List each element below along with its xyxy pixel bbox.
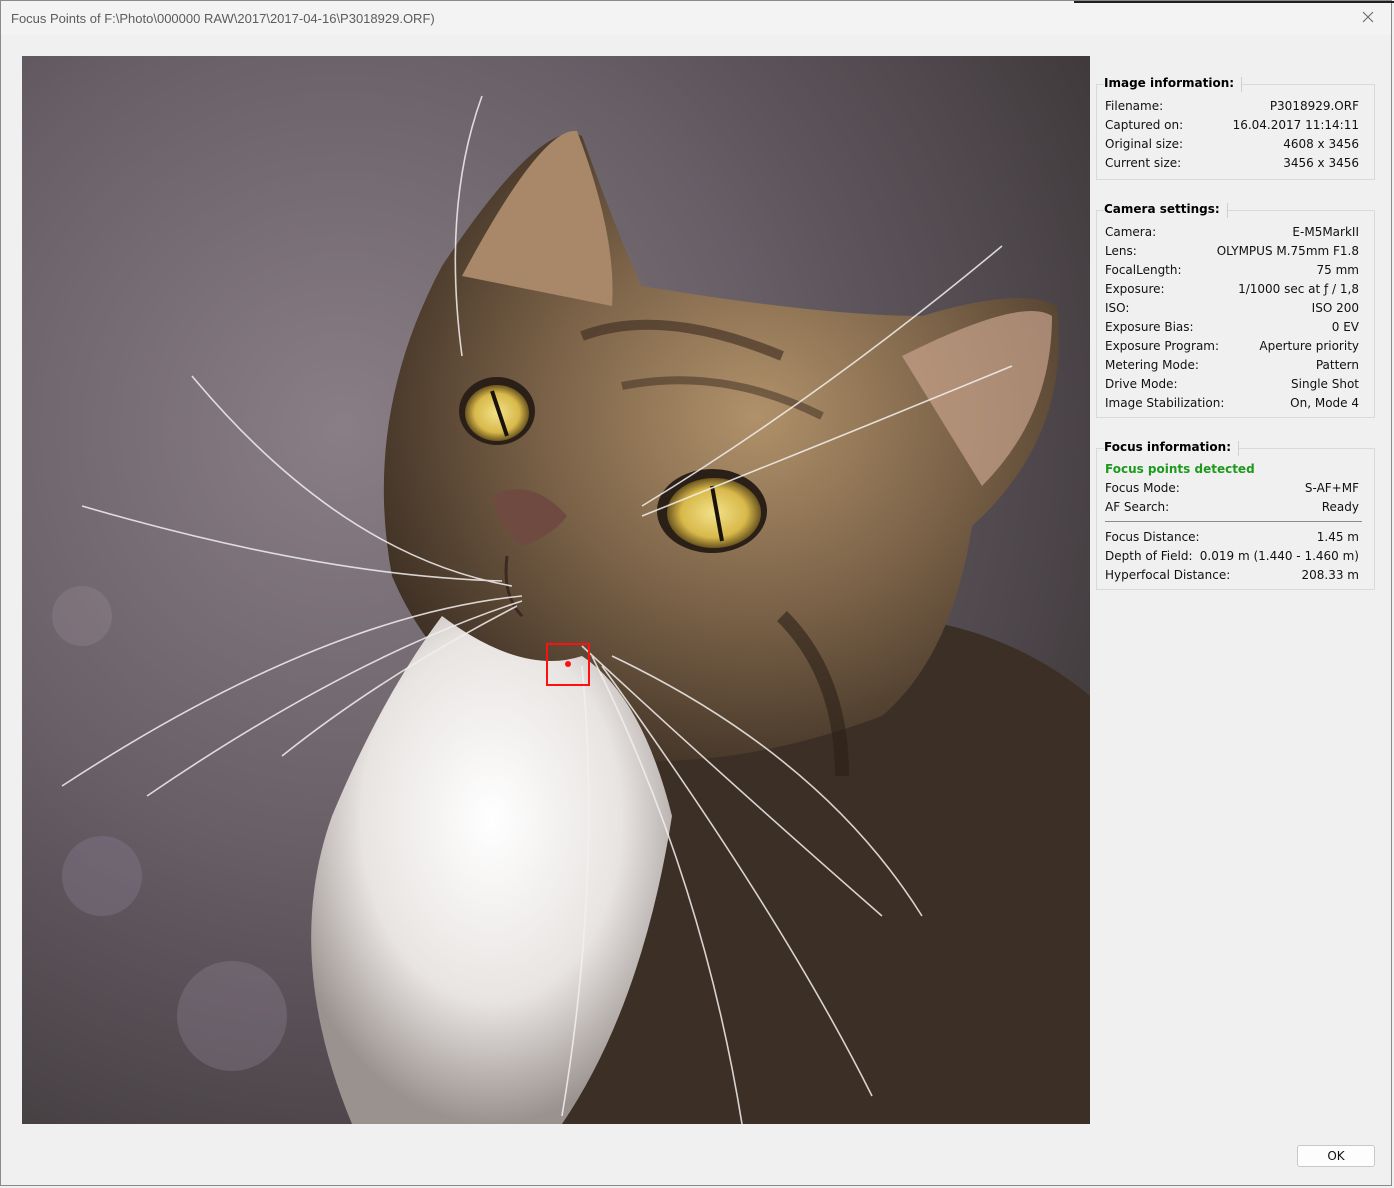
focus-information-header: Focus information: bbox=[1104, 440, 1240, 456]
image-information-header: Image information: bbox=[1104, 76, 1243, 92]
focus-point-center-dot bbox=[565, 661, 571, 667]
info-row-filename: Filename: P3018929.ORF bbox=[1105, 98, 1359, 113]
photo-preview bbox=[22, 56, 1090, 1124]
camera-row-exposure: Exposure: 1/1000 sec at ƒ / 1,8 bbox=[1105, 281, 1359, 296]
info-row-current-size: Current size: 3456 x 3456 bbox=[1105, 155, 1359, 170]
ok-button[interactable]: OK bbox=[1297, 1145, 1375, 1167]
window-title: Focus Points of F:\Photo\000000 RAW\2017… bbox=[11, 11, 435, 26]
camera-row-iso: ISO: ISO 200 bbox=[1105, 300, 1359, 315]
camera-row-exposure-program: Exposure Program: Aperture priority bbox=[1105, 338, 1359, 353]
camera-row-drive-mode: Drive Mode: Single Shot bbox=[1105, 376, 1359, 391]
camera-row-lens: Lens: OLYMPUS M.75mm F1.8 bbox=[1105, 243, 1359, 258]
focus-status-text: Focus points detected bbox=[1105, 461, 1255, 476]
focus-separator bbox=[1105, 521, 1362, 522]
focus-status: Focus points detected bbox=[1105, 459, 1359, 478]
camera-row-image-stabilization: Image Stabilization: On, Mode 4 bbox=[1105, 395, 1359, 410]
focus-points-dialog: Focus Points of F:\Photo\000000 RAW\2017… bbox=[0, 0, 1394, 1186]
image-information-panel: Image information: Filename: P3018929.OR… bbox=[1096, 76, 1375, 180]
focus-row-hyperfocal-distance: Hyperfocal Distance: 208.33 m bbox=[1105, 567, 1359, 582]
focus-row-depth-of-field: Depth of Field: 0.019 m (1.440 - 1.460 m… bbox=[1105, 548, 1359, 563]
camera-settings-header: Camera settings: bbox=[1104, 202, 1228, 218]
cat-photo-illustration bbox=[22, 56, 1090, 1124]
camera-row-focal-length: FocalLength: 75 mm bbox=[1105, 262, 1359, 277]
info-row-captured-on: Captured on: 16.04.2017 11:14:11 bbox=[1105, 117, 1359, 132]
info-row-original-size: Original size: 4608 x 3456 bbox=[1105, 136, 1359, 151]
focus-row-af-search: AF Search: Ready bbox=[1105, 499, 1359, 514]
close-icon bbox=[1362, 11, 1374, 26]
focus-row-focus-distance: Focus Distance: 1.45 m bbox=[1105, 529, 1359, 544]
camera-row-exposure-bias: Exposure Bias: 0 EV bbox=[1105, 319, 1359, 334]
camera-row-metering-mode: Metering Mode: Pattern bbox=[1105, 357, 1359, 372]
close-button[interactable] bbox=[1345, 1, 1391, 35]
camera-row-camera: Camera: E-M5MarkII bbox=[1105, 224, 1359, 239]
title-bar: Focus Points of F:\Photo\000000 RAW\2017… bbox=[1, 1, 1391, 35]
focus-information-panel: Focus information: Focus points detected… bbox=[1096, 440, 1375, 590]
focus-row-focus-mode: Focus Mode: S-AF+MF bbox=[1105, 480, 1359, 495]
camera-settings-panel: Camera settings: Camera: E-M5MarkII Lens… bbox=[1096, 202, 1375, 418]
active-window-accent bbox=[1074, 1, 1394, 3]
